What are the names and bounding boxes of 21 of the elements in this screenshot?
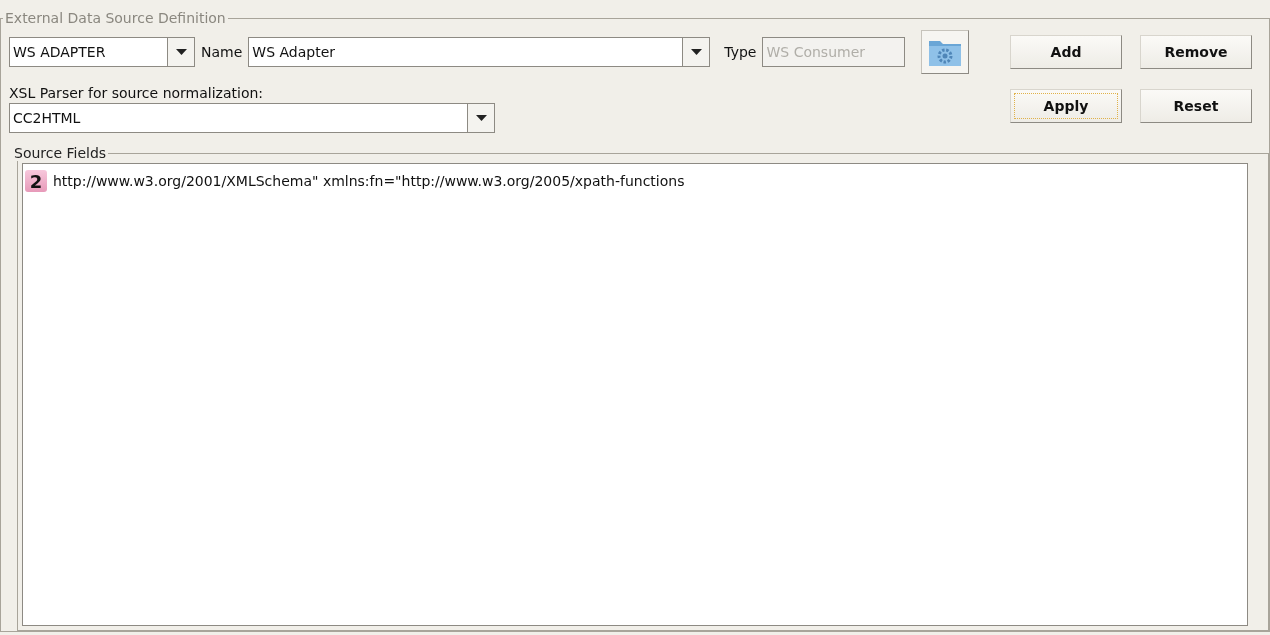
- number-badge: 2: [25, 170, 47, 192]
- caret-icon: [475, 115, 487, 121]
- list-item[interactable]: http://www.w3.org/2001/XMLSchema" xmlns:fn="http://www.w3.org/2005/xpath-functions: [53, 173, 685, 189]
- caret-icon: [690, 49, 702, 55]
- panel-title: External Data Source Definition: [4, 10, 227, 26]
- dropdown-button[interactable]: [167, 38, 194, 66]
- action-button[interactable]: Apply: [1010, 89, 1122, 123]
- action-button[interactable]: Remove: [1140, 35, 1252, 69]
- source-dropdown[interactable]: WS ADAPTER: [9, 37, 195, 67]
- caret-icon: [175, 49, 187, 55]
- action-button[interactable]: Add: [1010, 35, 1122, 69]
- type-label: Type: [724, 44, 757, 60]
- dropdown-button[interactable]: [467, 104, 494, 132]
- name-dropdown[interactable]: WS Adapter: [248, 37, 711, 67]
- dropdown-button[interactable]: [682, 38, 710, 66]
- folder-settings-button[interactable]: [921, 30, 970, 74]
- source-fields-title: Source Fields: [13, 145, 108, 161]
- parser-dropdown[interactable]: CC2HTML: [9, 103, 495, 133]
- parser-label: XSL Parser for source normalization:: [9, 85, 265, 101]
- name-label: Name: [201, 44, 243, 60]
- action-button[interactable]: Reset: [1140, 89, 1252, 123]
